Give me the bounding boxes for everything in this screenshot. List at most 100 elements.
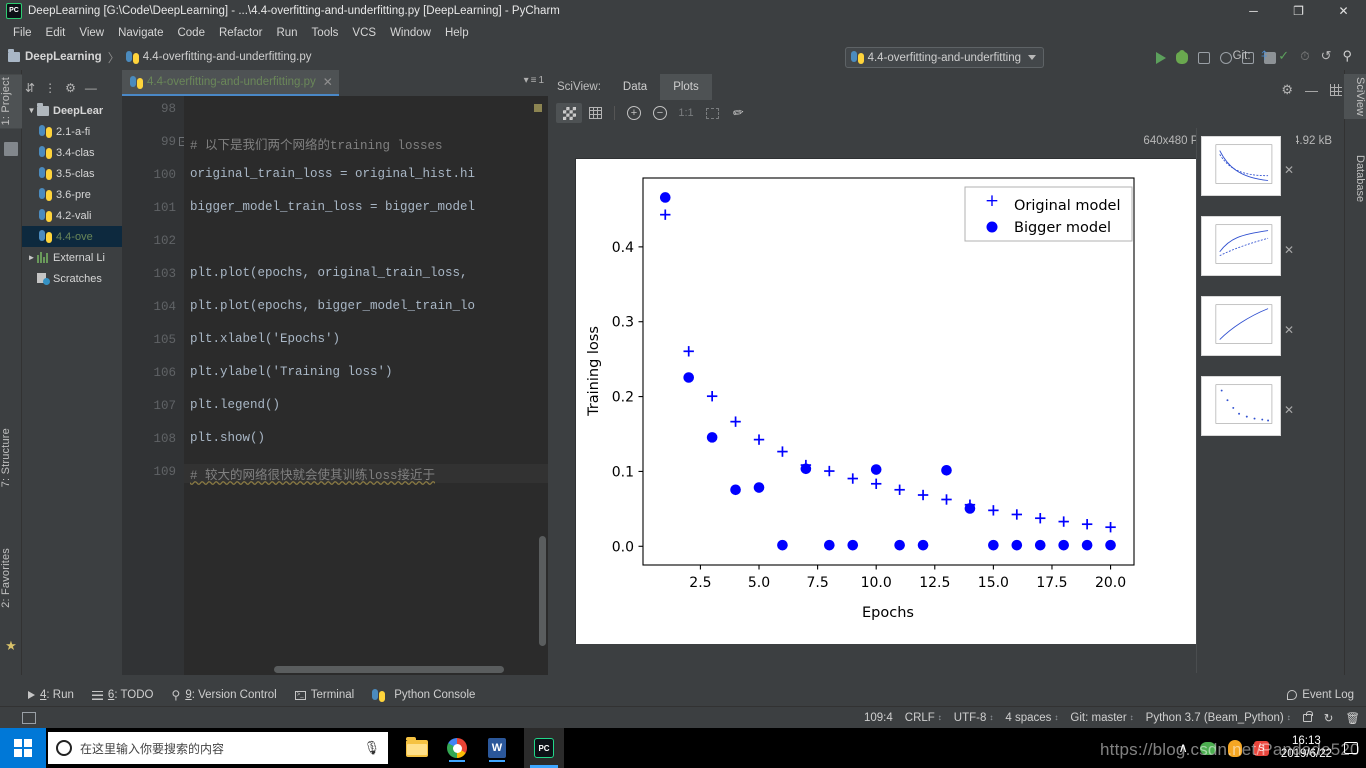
- run-button[interactable]: [1156, 52, 1166, 64]
- search-icon[interactable]: ⚲: [1342, 48, 1352, 64]
- tool-button-version-control[interactable]: ⚲ 9: Version Control: [172, 688, 277, 702]
- status-caret-position[interactable]: 109:4: [864, 712, 893, 724]
- thumbnail-item[interactable]: ✕: [1201, 296, 1281, 356]
- menu-navigate[interactable]: Navigate: [111, 25, 170, 41]
- checkerboard-icon[interactable]: [556, 103, 582, 123]
- expand-icon[interactable]: ⋮: [44, 82, 56, 94]
- debug-button[interactable]: [1176, 52, 1188, 64]
- start-button[interactable]: [0, 728, 46, 768]
- status-git-branch[interactable]: Git: master ↕: [1070, 712, 1133, 724]
- tree-item-3-5-clas[interactable]: 3.5-clas: [22, 163, 122, 184]
- sidebar-item-structure[interactable]: 7: Structure: [0, 425, 22, 490]
- chrome-icon[interactable]: [444, 733, 470, 763]
- wechat-icon[interactable]: [1200, 742, 1216, 755]
- git-commit-icon[interactable]: ✓: [1278, 48, 1289, 64]
- tool-button-terminal[interactable]: >_ Terminal: [295, 689, 354, 701]
- breadcrumb-file[interactable]: 4.4-overfitting-and-underfitting.py: [143, 51, 312, 63]
- maximize-button[interactable]: ❐: [1276, 0, 1321, 22]
- status-indent[interactable]: 4 spaces ↕: [1005, 712, 1058, 724]
- tab-data[interactable]: Data: [610, 74, 660, 100]
- word-icon[interactable]: W: [484, 733, 510, 763]
- menu-tools[interactable]: Tools: [305, 25, 346, 41]
- sidebar-item-project[interactable]: 1: Project: [0, 74, 22, 128]
- lock-icon[interactable]: [1303, 714, 1312, 722]
- thumbnail-close-icon[interactable]: ✕: [1284, 163, 1294, 177]
- plot-canvas[interactable]: 2.55.07.510.012.515.017.520.0 0.00.10.20…: [575, 158, 1218, 643]
- menu-file[interactable]: File: [6, 25, 39, 41]
- tree-item-3-6-pre[interactable]: 3.6-pre: [22, 184, 122, 205]
- thumbnail-item[interactable]: ✕: [1201, 376, 1281, 436]
- hide-icon[interactable]: —: [85, 82, 97, 94]
- close-button[interactable]: ✕: [1321, 0, 1366, 22]
- tree-twisty-expanded-icon[interactable]: ▼: [26, 106, 37, 115]
- thumbnail-item[interactable]: ✕: [1201, 216, 1281, 276]
- profile-button[interactable]: [1220, 52, 1232, 64]
- thumbnail-close-icon[interactable]: ✕: [1284, 403, 1294, 417]
- git-rollback-icon[interactable]: ↺: [1321, 48, 1332, 64]
- minimize-button[interactable]: ─: [1231, 0, 1276, 22]
- tree-item-deeplearning[interactable]: ▼ DeepLear: [22, 100, 122, 121]
- toggle-sidebar-icon[interactable]: [22, 712, 36, 724]
- tab-list-icon[interactable]: ≡: [531, 75, 537, 86]
- tree-item-3-4-clas[interactable]: 3.4-clas: [22, 142, 122, 163]
- thumbnail-close-icon[interactable]: ✕: [1284, 323, 1294, 337]
- taskbar-search-box[interactable]: 在这里输入你要搜索的内容 🎙: [48, 732, 388, 764]
- sidebar-item-database[interactable]: Database: [1344, 152, 1366, 205]
- microphone-icon[interactable]: 🎙: [363, 740, 380, 756]
- grid-icon[interactable]: [582, 103, 608, 123]
- menu-run[interactable]: Run: [269, 25, 304, 41]
- tree-item-external-libraries[interactable]: ► External Li: [22, 247, 122, 268]
- trash-icon[interactable]: 🗑: [1345, 711, 1360, 725]
- file-explorer-icon[interactable]: [404, 733, 430, 763]
- collapse-all-icon[interactable]: ⇵: [25, 82, 35, 94]
- zoom-out-icon[interactable]: −: [647, 103, 673, 123]
- thumbnail-item[interactable]: ✕: [1201, 136, 1281, 196]
- status-encoding[interactable]: UTF-8 ↕: [954, 712, 994, 724]
- tree-item-scratches[interactable]: Scratches: [22, 268, 122, 289]
- notifications-icon[interactable]: [1344, 742, 1358, 754]
- menu-edit[interactable]: Edit: [39, 25, 73, 41]
- hide-icon[interactable]: —: [1305, 83, 1318, 98]
- menu-help[interactable]: Help: [438, 25, 476, 41]
- menu-vcs[interactable]: VCS: [345, 25, 383, 41]
- search-input[interactable]: 在这里输入你要搜索的内容: [80, 740, 355, 757]
- git-update-icon[interactable]: ⤉: [1262, 48, 1268, 64]
- gear-icon[interactable]: ⚙: [65, 82, 76, 94]
- tool-button-todo[interactable]: 6: TODO: [92, 689, 154, 701]
- editor-horizontal-scrollbar[interactable]: [274, 666, 504, 673]
- tab-4-4-overfitting-and-underfitting[interactable]: 4.4-overfitting-and-underfitting.py ✕: [122, 70, 339, 96]
- tree-twisty-collapsed-icon[interactable]: ►: [26, 253, 37, 262]
- thumbnail-close-icon[interactable]: ✕: [1284, 243, 1294, 257]
- run-configuration-selector[interactable]: 4.4-overfitting-and-underfitting: [845, 47, 1044, 68]
- chevron-down-icon[interactable]: ▾: [524, 75, 529, 86]
- pycharm-icon[interactable]: PC: [524, 728, 564, 768]
- menu-code[interactable]: Code: [170, 25, 212, 41]
- editor-warning-marker[interactable]: [534, 104, 542, 112]
- fit-to-window-icon[interactable]: [699, 103, 725, 123]
- tool-button-python-console[interactable]: Python Console: [372, 689, 475, 702]
- qq-icon[interactable]: [1228, 740, 1242, 757]
- menu-refactor[interactable]: Refactor: [212, 25, 269, 41]
- editor-gutter[interactable]: 98 99 100 101 102 103 104 105 106 107 10…: [122, 96, 184, 675]
- status-interpreter[interactable]: Python 3.7 (Beam_Python) ↕: [1146, 712, 1291, 724]
- taskbar-clock[interactable]: 16:13 2019/6/22: [1281, 735, 1332, 761]
- grid-icon[interactable]: [1330, 84, 1342, 96]
- breadcrumb-project[interactable]: DeepLearning: [25, 51, 102, 63]
- run-with-coverage-button[interactable]: [1198, 52, 1210, 64]
- sidebar-item-favorites[interactable]: 2: Favorites: [0, 545, 22, 611]
- event-log-button[interactable]: Event Log: [1287, 689, 1354, 701]
- actual-size-icon[interactable]: 1:1: [673, 103, 699, 123]
- menu-view[interactable]: View: [72, 25, 111, 41]
- status-line-separator[interactable]: CRLF ↕: [905, 712, 942, 724]
- git-history-icon[interactable]: ⏱: [1300, 49, 1309, 64]
- menu-window[interactable]: Window: [383, 25, 438, 41]
- editor-vertical-scrollbar[interactable]: [539, 536, 546, 646]
- sidebar-item-sciview[interactable]: SciView: [1344, 74, 1366, 119]
- tree-item-2-1-a-fi[interactable]: 2.1-a-fi: [22, 121, 122, 142]
- gear-icon[interactable]: ⚙: [1281, 82, 1293, 98]
- code-editor[interactable]: # 以下是我们两个网络的training losses original_tra…: [184, 96, 548, 675]
- tree-item-4-2-vali[interactable]: 4.2-vali: [22, 205, 122, 226]
- background-tasks-icon[interactable]: ↻: [1324, 711, 1334, 725]
- chevron-up-icon[interactable]: ∧: [1178, 740, 1188, 756]
- sogou-icon[interactable]: S: [1254, 741, 1269, 756]
